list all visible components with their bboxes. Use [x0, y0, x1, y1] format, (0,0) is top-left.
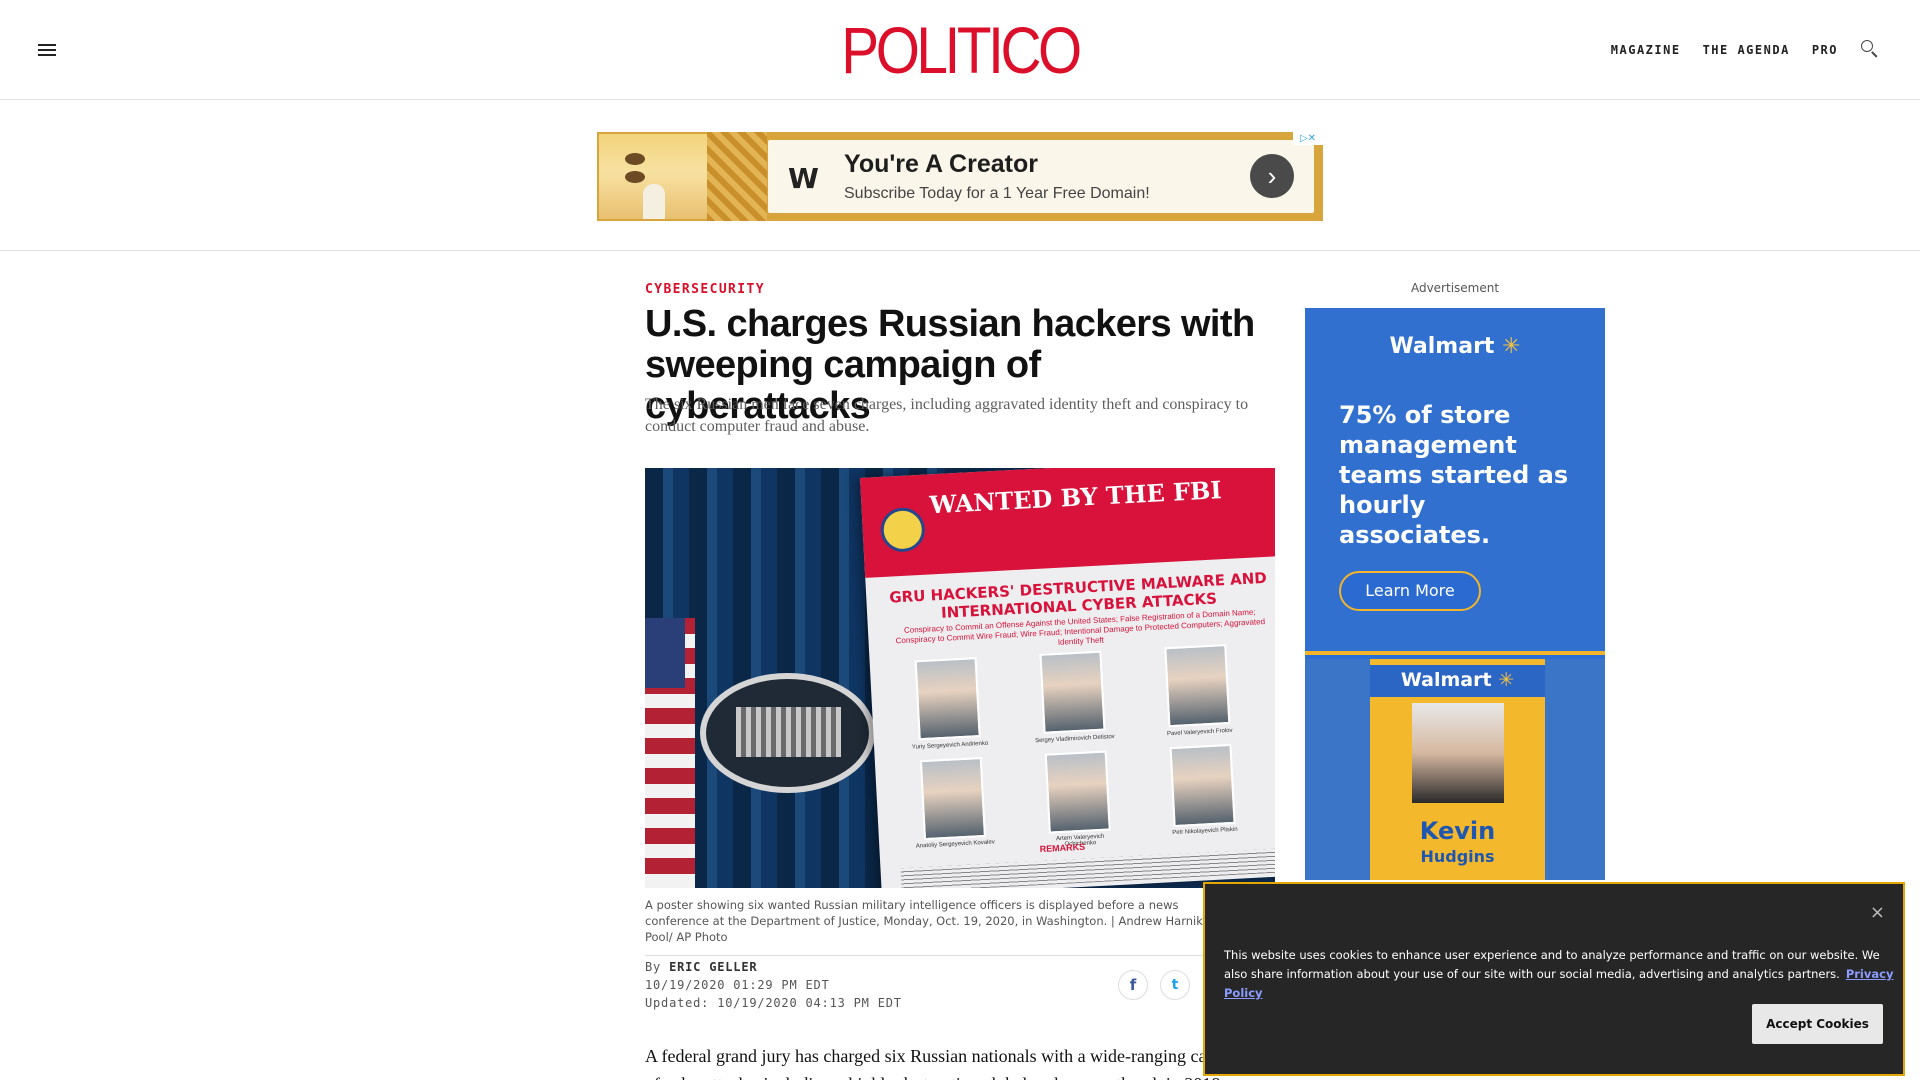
walmart-logo-text: Walmart [1389, 334, 1495, 359]
suspect-name: Petr Nikolayevich Pliskin [1172, 826, 1238, 837]
badge-logo-text: Walmart [1400, 669, 1492, 691]
poster-remarks: REMARKS [1039, 841, 1086, 855]
nav-pro[interactable]: PRO [1812, 43, 1838, 57]
byline-prefix: By [645, 960, 662, 974]
model-image [643, 184, 665, 219]
nav-magazine[interactable]: MAGAZINE [1611, 43, 1681, 57]
walmart-logo: Walmart ✳ [1305, 334, 1605, 359]
suspect-name: Sergey Vladimirovich Detistov [1034, 734, 1115, 745]
cookie-banner: × This website uses cookies to enhance u… [1203, 882, 1905, 1076]
article-hero-image: WANTED BY THE FBI GRU HACKERS' DESTRUCTI… [645, 468, 1275, 888]
adchoices-icon[interactable]: ▷✕ [1293, 132, 1323, 145]
nav-the-agenda[interactable]: THE AGENDA [1703, 43, 1790, 57]
employee-badge: Walmart ✳ Kevin Hudgins [1370, 659, 1545, 880]
suspect-name: Yuriy Sergeyevich Andrienko [911, 740, 989, 751]
walmart-ad[interactable]: Walmart ✳ 75% of store management teams … [1305, 308, 1605, 880]
twitter-share-icon[interactable]: t [1160, 970, 1190, 1000]
suspect-photo [1044, 750, 1111, 834]
badge-logo: Walmart ✳ [1370, 665, 1545, 697]
updated-date: Updated: 10/19/2020 04:13 PM EDT [645, 996, 902, 1010]
fbi-seal-icon [879, 506, 926, 553]
fbi-wanted-poster: WANTED BY THE FBI GRU HACKERS' DESTRUCTI… [860, 468, 1275, 888]
suspect-name: Anatoliy Sergeyevich Kovalev [915, 839, 995, 850]
cookie-message: This website uses cookies to enhance use… [1224, 948, 1880, 981]
suspect-photo [919, 757, 986, 841]
suspect-photo [1164, 644, 1231, 728]
walmart-ad-headline: 75% of store management teams started as… [1339, 401, 1569, 549]
learn-more-button[interactable]: Learn More [1339, 571, 1481, 611]
suspect-name: Pavel Valeryevich Frolov [1166, 727, 1233, 738]
walmart-spark-icon: ✳ [1502, 334, 1521, 359]
article-category[interactable]: CYBERSECURITY [645, 282, 765, 297]
flag-canton [645, 618, 685, 688]
ad-pattern [707, 132, 767, 221]
poster-header: WANTED BY THE FBI [860, 468, 1275, 578]
site-header: POLITICO MAGAZINE THE AGENDA PRO [0, 0, 1920, 100]
ad-title: You're A Creator [844, 150, 1038, 178]
site-logo[interactable]: POLITICO [134, 14, 1785, 86]
doj-seal-image [700, 673, 875, 793]
walmart-ad-bottom: Walmart ✳ Kevin Hudgins [1305, 659, 1605, 880]
cookie-text: This website uses cookies to enhance use… [1224, 946, 1894, 1003]
sunglasses-image [625, 152, 675, 183]
weebly-logo-icon: W [788, 162, 819, 195]
badge-last-name: Hudgins [1420, 847, 1495, 866]
walmart-ad-top: Walmart ✳ 75% of store management teams … [1305, 308, 1605, 655]
poster-title: WANTED BY THE FBI [928, 475, 1223, 520]
published-date: 10/19/2020 01:29 PM EDT [645, 978, 830, 992]
article-byline: By ERIC GELLER 10/19/2020 01:29 PM EDT U… [645, 958, 902, 1012]
top-ad-band: W You're A Creator Subscribe Today for a… [0, 101, 1920, 251]
badge-photo [1412, 703, 1504, 803]
image-caption: A poster showing six wanted Russian mili… [645, 897, 1225, 956]
menu-icon[interactable] [38, 44, 56, 56]
facebook-share-icon[interactable]: f [1118, 970, 1148, 1000]
suspect-photo [914, 657, 981, 741]
top-nav: MAGAZINE THE AGENDA PRO [1611, 40, 1880, 60]
ad-product-image [599, 134, 707, 219]
top-ad-banner[interactable]: W You're A Creator Subscribe Today for a… [597, 132, 1323, 221]
advertisement-label: Advertisement [1410, 281, 1500, 295]
ad-card[interactable]: W You're A Creator Subscribe Today for a… [768, 140, 1314, 213]
suspect-photo [1039, 650, 1106, 734]
suspect-photo [1169, 743, 1236, 828]
search-icon[interactable] [1860, 40, 1880, 60]
article-body: A federal grand jury has charged six Rus… [645, 1046, 1261, 1080]
author-link[interactable]: ERIC GELLER [669, 960, 757, 974]
ad-subtitle: Subscribe Today for a 1 Year Free Domain… [844, 185, 1150, 202]
close-icon[interactable]: × [1870, 902, 1885, 923]
badge-spark-icon: ✳ [1498, 669, 1515, 691]
chevron-right-icon[interactable]: › [1250, 154, 1294, 198]
article-dek: The six Russian men face seven charges, … [645, 396, 1249, 435]
accept-cookies-button[interactable]: Accept Cookies [1752, 1004, 1883, 1044]
badge-first-name: Kevin [1419, 817, 1496, 845]
